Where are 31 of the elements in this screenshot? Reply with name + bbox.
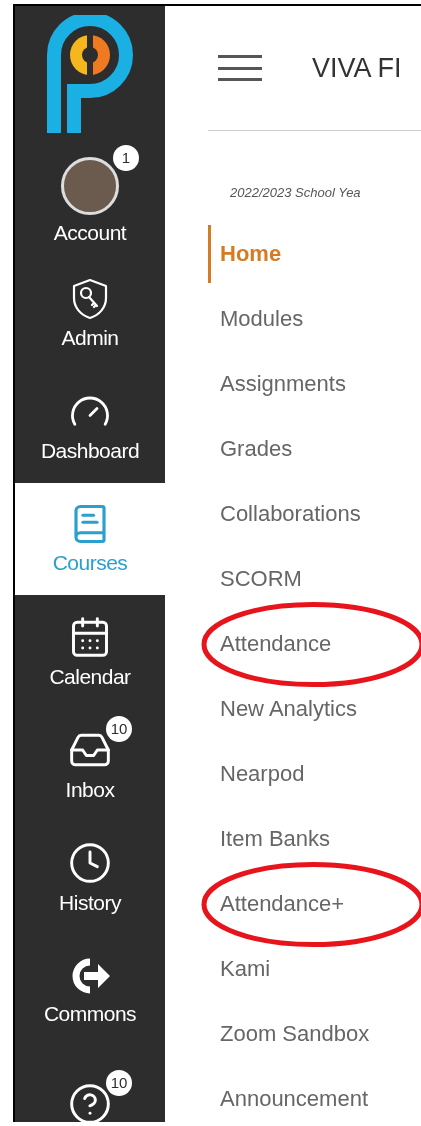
count-badge: 1	[113, 144, 139, 171]
avatar-placeholder[interactable]	[61, 156, 119, 215]
course-nav-link[interactable]: Item Banks	[208, 809, 331, 868]
count-badge: 10	[106, 715, 132, 742]
course-nav-link[interactable]: New Analytics	[208, 679, 357, 738]
sidebar-label: History	[59, 890, 121, 915]
course-nav-link[interactable]: Modules	[208, 289, 304, 348]
sidebar-label: Account	[53, 220, 127, 245]
sidebar-label: Inbox	[65, 777, 115, 802]
menu-button[interactable]	[218, 55, 262, 81]
course-nav-link[interactable]: Zoom Sandbox	[208, 1004, 370, 1063]
course-nav-link[interactable]: Grades	[208, 419, 293, 478]
course-nav-link[interactable]: Collaborations	[208, 484, 361, 543]
course-nav-link[interactable]: Assignments	[208, 354, 346, 413]
sidebar-label: Courses	[52, 551, 128, 575]
course-title: VIVA FI	[312, 52, 402, 84]
term-label: 2022/2023 School Yea	[230, 185, 362, 200]
sidebar-label: Dashboard	[40, 438, 140, 463]
sidebar-item[interactable]: Courses	[15, 483, 165, 595]
course-nav-link[interactable]: Home	[208, 224, 282, 283]
sidebar-label: Calendar	[49, 664, 131, 689]
clock-icon	[68, 840, 112, 885]
count-badge: 10	[106, 1069, 132, 1096]
sidebar-label: Commons	[43, 1001, 137, 1026]
course-nav-link[interactable]: Nearpod	[208, 744, 305, 803]
course-nav-link[interactable]: SCORM	[208, 549, 302, 608]
course-nav-link[interactable]: Kami	[208, 939, 271, 998]
help-icon	[68, 1081, 112, 1122]
shield-key-icon	[71, 277, 109, 320]
sidebar-label: Admin	[61, 325, 119, 350]
course-nav-link[interactable]: Announcement	[208, 1069, 368, 1122]
